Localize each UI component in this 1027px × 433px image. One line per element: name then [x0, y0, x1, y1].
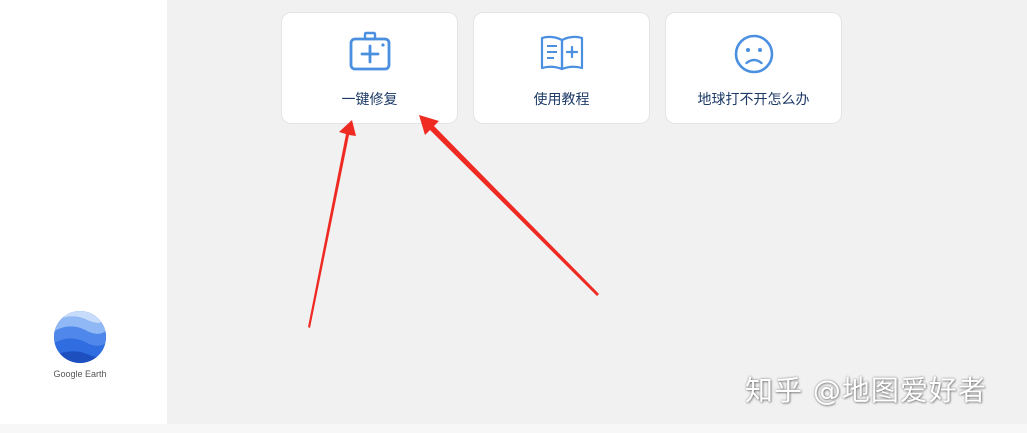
zhihu-watermark: 知乎 @地图爱好者: [745, 374, 987, 407]
bottom-strip: [0, 424, 1027, 433]
red-arrow-left: [308, 120, 356, 328]
red-arrow-right: [419, 115, 599, 296]
